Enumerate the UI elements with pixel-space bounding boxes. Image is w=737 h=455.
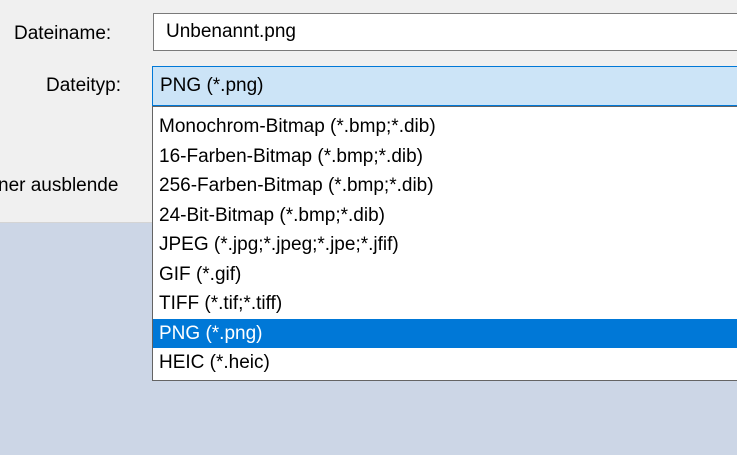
filetype-dropdown-list: Monochrom-Bitmap (*.bmp;*.dib) 16-Farben… xyxy=(152,106,737,381)
filename-input[interactable]: Unbenannt.png xyxy=(153,13,737,51)
filetype-option-selected[interactable]: PNG (*.png) xyxy=(153,318,737,348)
filename-label: Dateiname: xyxy=(14,23,112,44)
filetype-select[interactable]: PNG (*.png) xyxy=(152,66,737,106)
filetype-option[interactable]: 256-Farben-Bitmap (*.bmp;*.dib) xyxy=(153,171,737,201)
filetype-option[interactable]: HEIC (*.heic) xyxy=(153,348,737,378)
filetype-label: Dateityp: xyxy=(46,75,121,96)
filetype-option[interactable]: Monochrom-Bitmap (*.bmp;*.dib) xyxy=(153,112,737,142)
filetype-option[interactable]: TIFF (*.tif;*.tiff) xyxy=(153,289,737,319)
filetype-option[interactable]: 24-Bit-Bitmap (*.bmp;*.dib) xyxy=(153,201,737,231)
filetype-option[interactable]: GIF (*.gif) xyxy=(153,260,737,290)
filetype-option[interactable]: JPEG (*.jpg;*.jpeg;*.jpe;*.jfif) xyxy=(153,230,737,260)
filetype-option[interactable]: 16-Farben-Bitmap (*.bmp;*.dib) xyxy=(153,142,737,172)
hide-folders-button[interactable]: ner ausblende xyxy=(0,173,118,199)
